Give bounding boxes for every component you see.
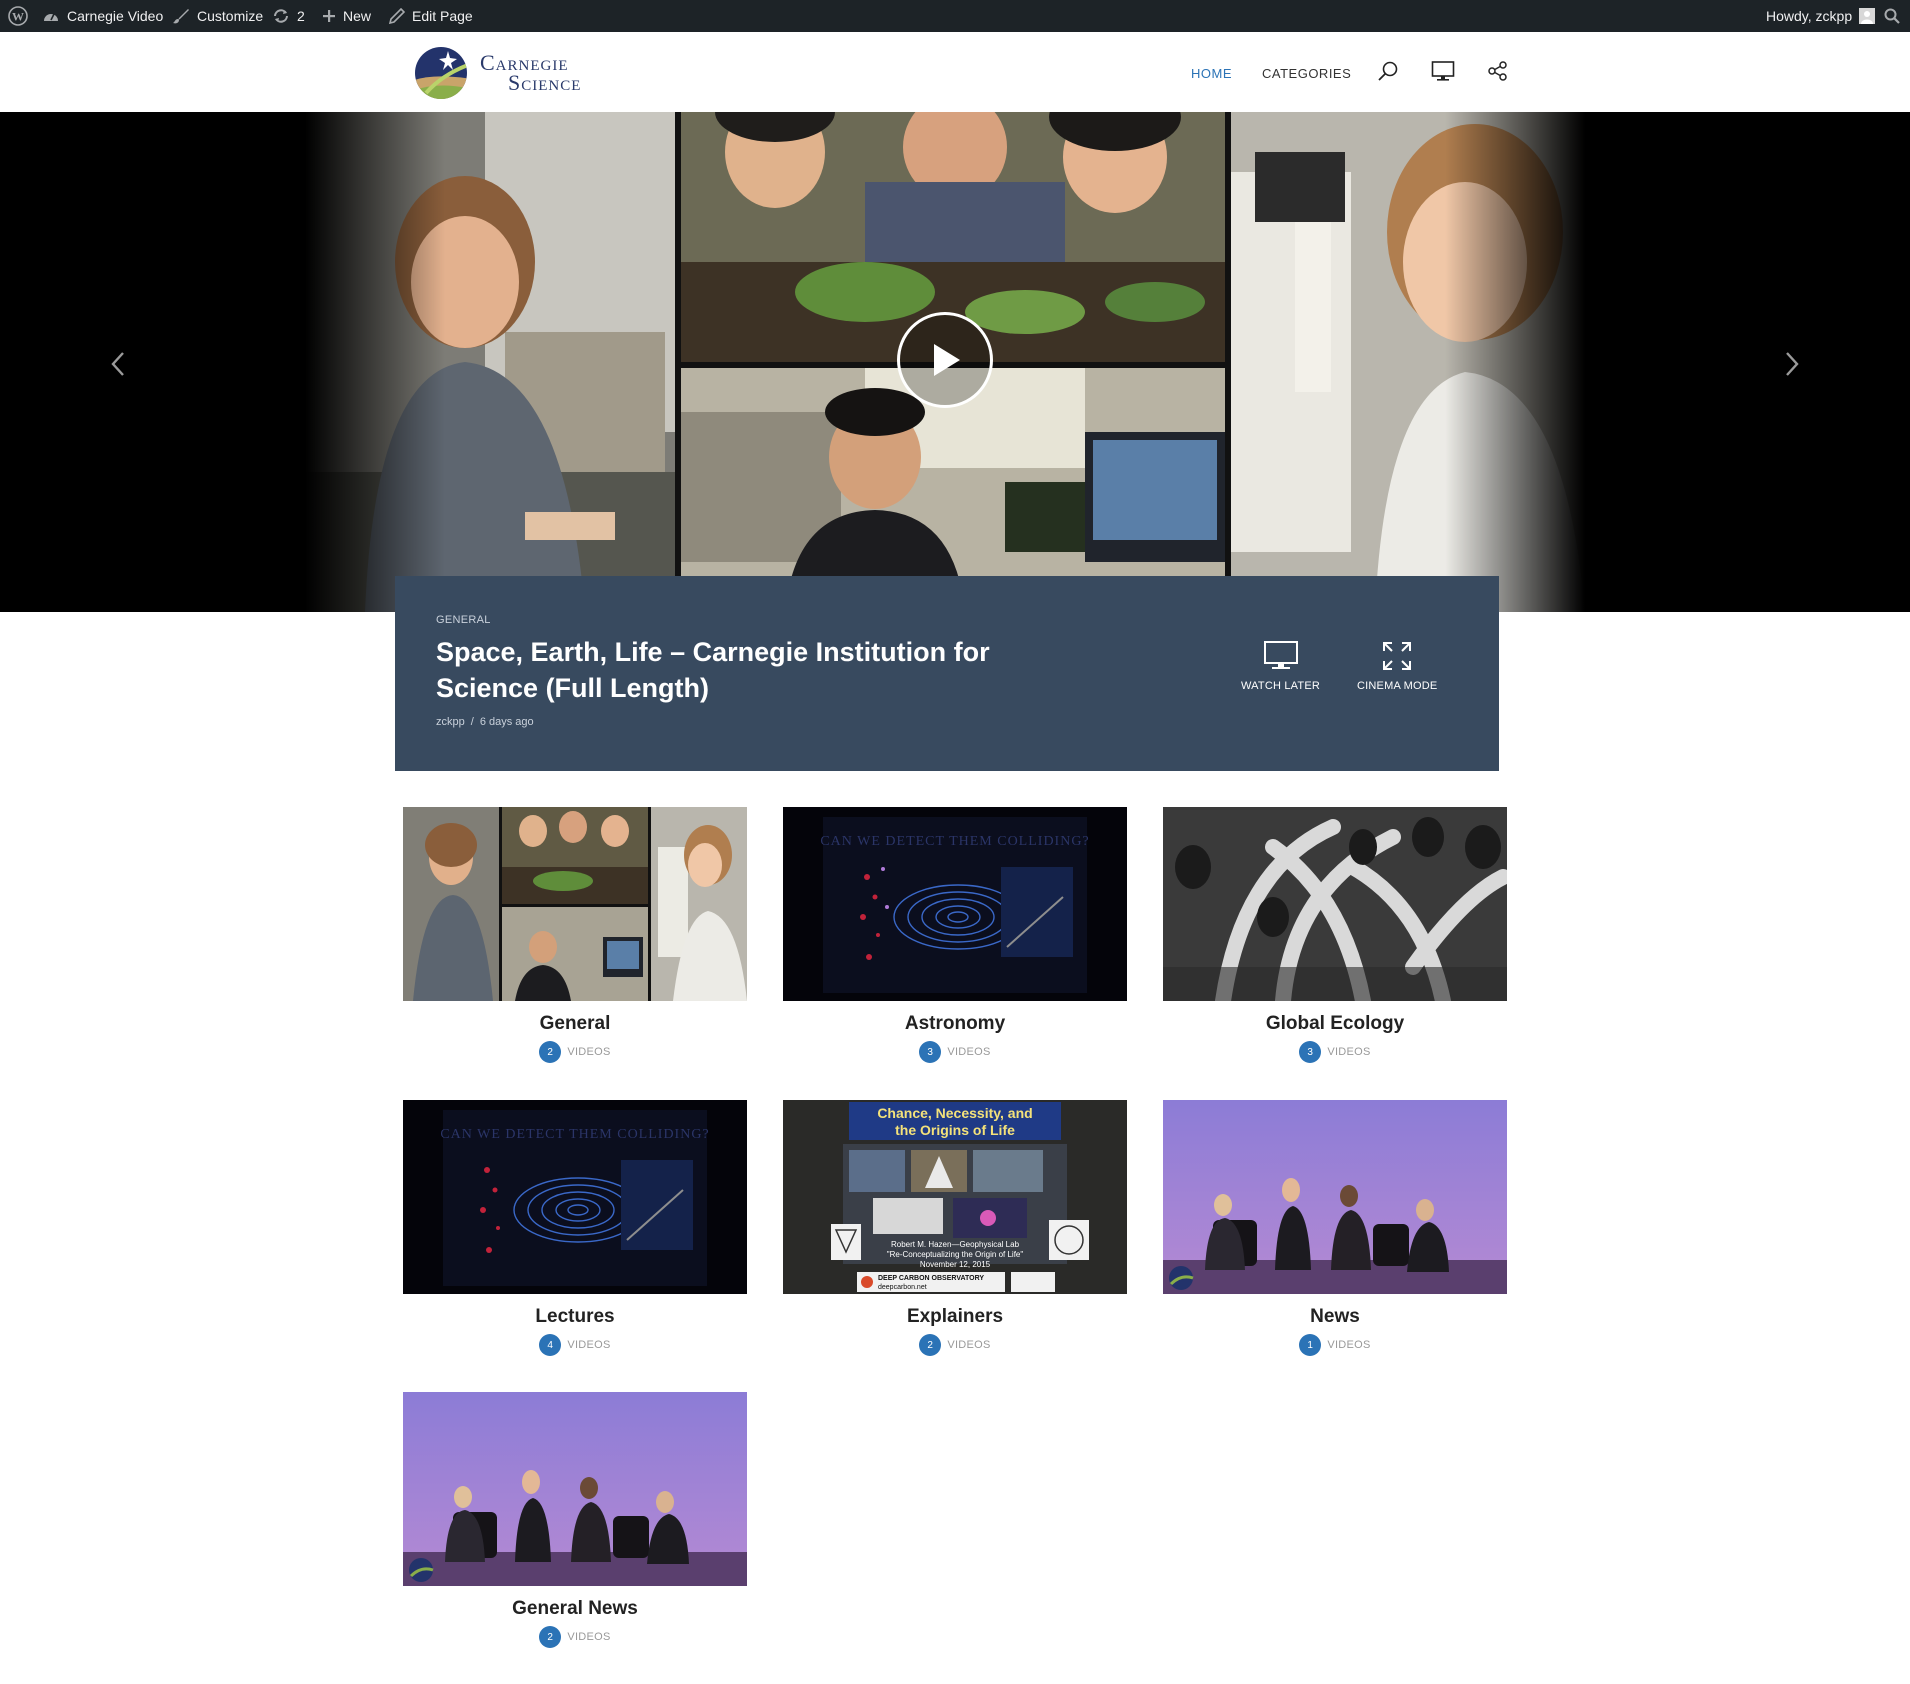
count-badge: 4 bbox=[539, 1334, 562, 1356]
category-card-explainers[interactable]: Chance, Necessity, and the Origins of Li… bbox=[783, 1100, 1127, 1356]
category-card-astronomy[interactable]: CAN WE DETECT THEM COLLIDING? Astronomy … bbox=[783, 807, 1127, 1063]
category-thumbnail[interactable]: CAN WE DETECT THEM COLLIDING? bbox=[783, 807, 1127, 1001]
category-thumbnail[interactable] bbox=[403, 1392, 747, 1586]
svg-text:the Origins of Life: the Origins of Life bbox=[895, 1122, 1015, 1138]
svg-text:"Re-Conceptualizing the Origin: "Re-Conceptualizing the Origin of Life" bbox=[887, 1250, 1024, 1259]
category-card-general-news[interactable]: General News 2 VIDEOS bbox=[403, 1392, 747, 1648]
nav-home[interactable]: HOME bbox=[1191, 66, 1232, 81]
svg-text:CAN WE DETECT THEM COLLIDING?: CAN WE DETECT THEM COLLIDING? bbox=[440, 1127, 709, 1142]
slider-prev-arrow-icon[interactable] bbox=[103, 344, 133, 384]
admin-site-name-link[interactable]: Carnegie Video bbox=[42, 0, 163, 32]
count-badge: 2 bbox=[539, 1626, 562, 1648]
category-thumbnail[interactable] bbox=[403, 807, 747, 1001]
category-thumbnail[interactable]: Chance, Necessity, and the Origins of Li… bbox=[783, 1100, 1127, 1294]
nav-categories[interactable]: CATEGORIES bbox=[1262, 66, 1351, 81]
wordpress-logo-icon[interactable]: W bbox=[8, 0, 28, 32]
search-icon[interactable] bbox=[1375, 58, 1401, 84]
category-video-count: 4 VIDEOS bbox=[403, 1334, 747, 1356]
video-meta: zckpp / 6 days ago bbox=[436, 716, 534, 728]
count-badge: 2 bbox=[539, 1041, 562, 1063]
cinema-mode-button[interactable]: CINEMA MODE bbox=[1357, 640, 1437, 692]
meta-separator: / bbox=[470, 716, 474, 728]
category-card-news[interactable]: News 1 VIDEOS bbox=[1163, 1100, 1507, 1356]
video-date: 6 days ago bbox=[479, 716, 534, 728]
category-card-global-ecology[interactable]: Global Ecology 3 VIDEOS bbox=[1163, 807, 1507, 1063]
featured-video-info: GENERAL Space, Earth, Life – Carnegie In… bbox=[395, 576, 1499, 771]
count-badge: 3 bbox=[1299, 1041, 1322, 1063]
hero-video-slider bbox=[0, 112, 1910, 612]
category-card-lectures[interactable]: CAN WE DETECT THEM COLLIDING? Lectures 4… bbox=[403, 1100, 747, 1356]
category-video-count: 2 VIDEOS bbox=[403, 1041, 747, 1063]
category-video-count: 1 VIDEOS bbox=[1163, 1334, 1507, 1356]
admin-updates-link[interactable]: 2 bbox=[272, 0, 305, 32]
category-title[interactable]: Global Ecology bbox=[1163, 1013, 1507, 1035]
category-video-count: 3 VIDEOS bbox=[1163, 1041, 1507, 1063]
svg-text:Chance, Necessity, and: Chance, Necessity, and bbox=[877, 1105, 1032, 1121]
video-author[interactable]: zckpp bbox=[436, 716, 465, 728]
svg-text:CAN WE DETECT THEM COLLIDING?: CAN WE DETECT THEM COLLIDING? bbox=[820, 834, 1089, 849]
svg-text:W: W bbox=[12, 10, 24, 24]
expand-icon bbox=[1383, 642, 1412, 670]
category-title[interactable]: General News bbox=[403, 1598, 747, 1620]
brush-icon bbox=[173, 9, 189, 24]
play-icon bbox=[934, 344, 960, 376]
admin-customize-link[interactable]: Customize bbox=[172, 0, 263, 32]
admin-new-link[interactable]: New bbox=[322, 0, 371, 32]
category-video-count: 2 VIDEOS bbox=[783, 1334, 1127, 1356]
admin-bar: W Carnegie Video Customize 2 New Edit Pa… bbox=[0, 0, 1910, 32]
carnegie-logo-icon bbox=[415, 47, 467, 99]
monitor-icon bbox=[1263, 641, 1298, 669]
count-badge: 3 bbox=[919, 1041, 942, 1063]
category-title[interactable]: Explainers bbox=[783, 1306, 1127, 1328]
watch-later-button[interactable]: WATCH LATER bbox=[1241, 640, 1320, 692]
site-header: Carnegie Science HOME CATEGORIES bbox=[0, 32, 1910, 112]
svg-text:Robert M. Hazen—Geophysical La: Robert M. Hazen—Geophysical Lab bbox=[891, 1240, 1020, 1249]
svg-text:deepcarbon.net: deepcarbon.net bbox=[878, 1284, 927, 1291]
category-title[interactable]: General bbox=[403, 1013, 747, 1035]
avatar bbox=[1859, 8, 1876, 24]
hero-fade-left bbox=[305, 112, 445, 612]
updates-icon bbox=[274, 9, 288, 23]
admin-edit-page-link[interactable]: Edit Page bbox=[389, 0, 473, 32]
plus-icon bbox=[323, 10, 335, 22]
play-button[interactable] bbox=[897, 312, 993, 408]
category-title[interactable]: Lectures bbox=[403, 1306, 747, 1328]
dashboard-icon bbox=[44, 13, 58, 21]
video-category-label[interactable]: GENERAL bbox=[436, 614, 491, 626]
admin-account-link[interactable]: Howdy, zckpp bbox=[1766, 0, 1876, 32]
category-title[interactable]: Astronomy bbox=[783, 1013, 1127, 1035]
category-thumbnail[interactable]: CAN WE DETECT THEM COLLIDING? bbox=[403, 1100, 747, 1294]
svg-text:November 12, 2015: November 12, 2015 bbox=[920, 1260, 991, 1269]
site-logo[interactable]: Carnegie Science bbox=[412, 44, 612, 102]
category-thumbnail[interactable] bbox=[1163, 807, 1507, 1001]
svg-text:DEEP CARBON OBSERVATORY: DEEP CARBON OBSERVATORY bbox=[878, 1275, 984, 1282]
category-video-count: 3 VIDEOS bbox=[783, 1041, 1127, 1063]
category-video-count: 2 VIDEOS bbox=[403, 1626, 747, 1648]
category-card-general[interactable]: General 2 VIDEOS bbox=[403, 807, 747, 1063]
share-icon[interactable] bbox=[1485, 58, 1511, 84]
count-badge: 2 bbox=[919, 1334, 942, 1356]
pencil-icon bbox=[389, 8, 405, 24]
category-title[interactable]: News bbox=[1163, 1306, 1507, 1328]
admin-search-icon[interactable] bbox=[1884, 0, 1900, 32]
video-title[interactable]: Space, Earth, Life – Carnegie Institutio… bbox=[436, 634, 1076, 706]
logo-wordmark: Carnegie Science bbox=[480, 50, 582, 95]
slider-next-arrow-icon[interactable] bbox=[1777, 344, 1807, 384]
monitor-icon[interactable] bbox=[1430, 58, 1456, 84]
hero-fade-right bbox=[1445, 112, 1585, 612]
count-badge: 1 bbox=[1299, 1334, 1322, 1356]
category-thumbnail[interactable] bbox=[1163, 1100, 1507, 1294]
